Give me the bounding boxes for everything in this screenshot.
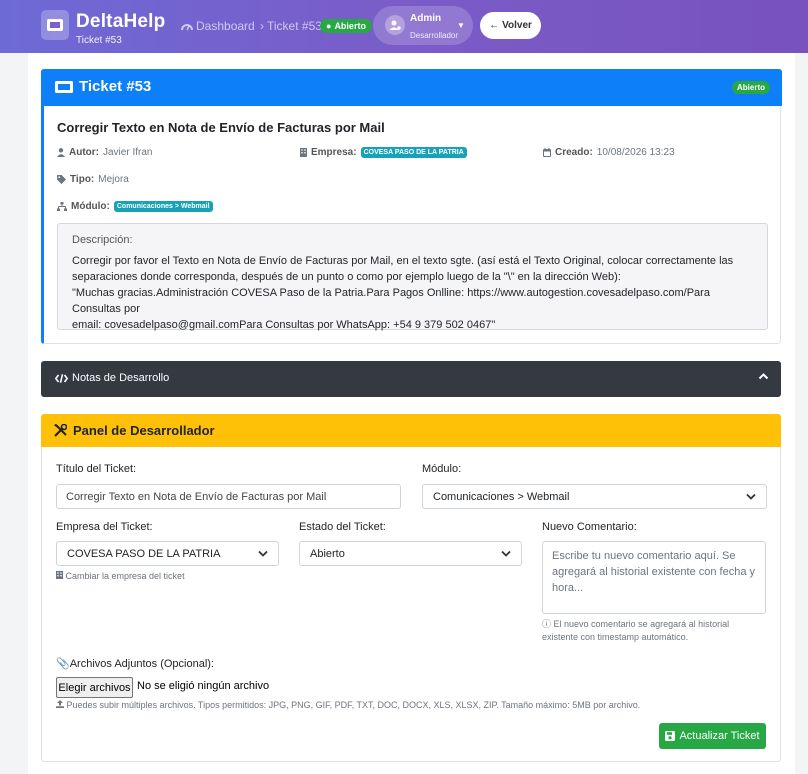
files-help-text: Puedes subir múltiples archivos. Tipos p… [66,700,641,710]
info-circle-icon: ⓘ [542,619,552,629]
tools-icon [54,424,67,437]
user-role: Desarrollador [410,31,459,40]
code-icon [55,373,68,383]
breadcrumb-ticket-label: Ticket #53 [267,19,322,33]
status-select[interactable]: Abierto [299,541,522,566]
back-button-label: Volver [502,20,532,31]
developer-panel-title: Panel de Desarrollador [54,423,215,438]
module-label: Módulo: [71,201,110,212]
ticket-module: Módulo: Comunicaciones > Webmail [57,201,213,212]
description-text: Corregir por favor el Texto en Nota de E… [72,253,753,333]
ticket-status-badge: Abierto [732,81,770,94]
breadcrumb-dashboard[interactable]: Dashboard [181,19,255,33]
ticket-logo-icon[interactable] [41,10,69,40]
author-value: Javier Ifran [103,147,153,158]
developer-panel-header: Panel de Desarrollador [41,414,781,447]
module-field-label: Módulo: [422,463,462,475]
status-field-label: Estado del Ticket: [299,521,386,533]
building-icon [300,148,307,157]
chevron-right-icon: › [260,19,264,33]
breadcrumb-dashboard-label: Dashboard [196,19,255,33]
dev-notes-toggle[interactable]: Notas de Desarrollo [41,361,781,397]
breadcrumb-ticket: › Ticket #53 [260,19,322,33]
ticket-icon [55,80,73,93]
status-select-value: Abierto [310,547,345,560]
dot-icon: ● [326,21,332,31]
ticket-card-header: Ticket #53 Abierto [41,69,782,106]
company-field-label: Empresa del Ticket: [56,521,153,533]
brand-subtitle: Ticket #53 [76,35,122,46]
choose-files-button[interactable]: Elegir archivos [56,677,133,698]
save-icon [665,731,676,741]
comment-textarea[interactable]: Escribe tu nuevo comentario aquí. Se agr… [542,541,766,614]
ticket-author: Autor: Javier Ifran [57,147,152,158]
no-file-text: No se eligió ningún archivo [137,680,270,692]
chevron-down-icon [258,549,268,559]
title-field-label: Título del Ticket: [56,463,137,475]
ticket-heading-label: Ticket #53 [79,78,152,95]
files-label-text: Archivos Adjuntos (Opcional): [69,658,214,670]
user-name: Admin [410,13,442,24]
upload-icon [56,700,64,708]
dev-notes-label: Notas de Desarrollo [72,372,170,384]
comment-help: ⓘ El nuevo comentario se agregará al his… [542,618,766,644]
status-badge: ● Abierto [320,19,372,33]
description-box: Descripción: Corregir por favor el Texto… [57,223,768,333]
user-menu[interactable]: Admin Desarrollador ▼ [373,6,473,45]
ticket-created: Creado: 10/08/2026 13:23 [543,147,675,158]
comment-help-text: El nuevo comentario se agregará al histo… [542,619,730,642]
arrow-left-icon: ← [489,20,500,31]
brand-title[interactable]: DeltaHelp [76,11,165,33]
sitemap-icon [57,202,67,211]
company-select-value: COVESA PASO DE LA PATRIA [67,547,221,560]
module-select[interactable]: Comunicaciones > Webmail [422,484,767,509]
ticket-company: Empresa: COVESA PASO DE LA PATRIA [300,147,467,158]
chevron-down-icon [501,549,511,559]
tag-icon [57,175,66,184]
company-help: Cambiar la empresa del ticket [56,570,185,583]
description-line: Corregir por favor el Texto en Nota de E… [72,255,734,267]
company-select[interactable]: COVESA PASO DE LA PATRIA [56,541,279,566]
created-label: Creado: [555,147,593,158]
title-input[interactable]: Corregir Texto en Nota de Envío de Factu… [56,484,401,509]
calendar-icon [543,148,551,157]
description-label: Descripción: [72,234,133,246]
ticket-subject: Corregir Texto en Nota de Envío de Factu… [57,120,385,135]
user-icon [57,148,65,157]
type-label: Tipo: [70,174,95,185]
description-line: email: covesadelpaso@gmail.comPara Consu… [72,319,496,331]
files-help: Puedes subir múltiples archivos. Tipos p… [56,699,640,712]
description-line: separaciones donde corresponda, después … [72,271,621,283]
top-navbar: DeltaHelp Ticket #53 Dashboard › Ticket … [0,0,808,53]
developer-panel-label: Panel de Desarrollador [73,423,215,438]
company-badge: COVESA PASO DE LA PATRIA [360,147,467,158]
chevron-up-icon[interactable] [758,371,769,385]
description-line: "Muchas gracias.Administración COVESA Pa… [72,287,710,315]
dev-notes-title: Notas de Desarrollo [55,372,169,384]
ticket-heading: Ticket #53 [55,78,151,95]
building-icon [56,571,63,579]
paperclip-icon: 📎 [56,658,70,670]
author-label: Autor: [69,147,99,158]
ticket-type: Tipo: Mejora [57,174,129,185]
chevron-down-icon [746,492,756,502]
company-label: Empresa: [311,147,357,158]
developer-panel: Panel de Desarrollador Título del Ticket… [41,414,781,762]
ticket-card: Ticket #53 Abierto Corregir Texto en Not… [41,69,782,344]
caret-down-icon: ▼ [457,21,465,30]
module-select-value: Comunicaciones > Webmail [433,490,570,503]
files-field-label: 📎Archivos Adjuntos (Opcional): [56,657,214,670]
update-ticket-button[interactable]: Actualizar Ticket [659,723,766,749]
status-badge-label: Abierto [334,21,366,31]
update-ticket-label: Actualizar Ticket [679,730,760,742]
back-button[interactable]: ← Volver [480,12,541,39]
module-badge: Comunicaciones > Webmail [113,201,213,212]
comment-field-label: Nuevo Comentario: [542,521,637,533]
dashboard-icon [181,24,193,31]
company-help-text: Cambiar la empresa del ticket [65,571,185,581]
user-cog-icon [385,15,405,35]
created-value: 10/08/2026 13:23 [596,147,675,158]
type-value: Mejora [98,174,129,185]
